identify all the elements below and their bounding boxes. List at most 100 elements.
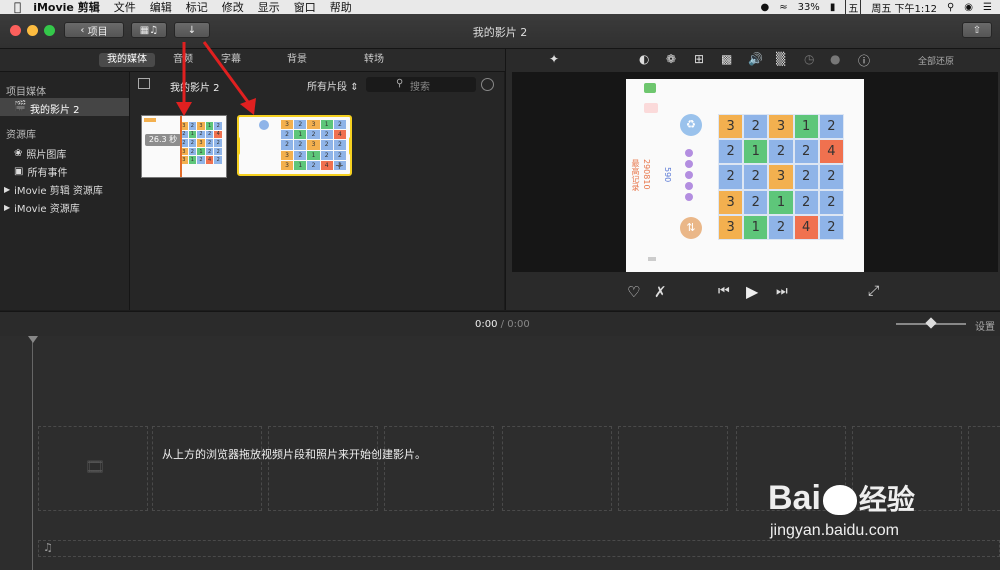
- timeline-empty-hint: 从上方的浏览器拖放视频片段和照片来开始创建影片。: [162, 448, 426, 461]
- sidebar-imovie-library-label: iMovie 资源库: [14, 204, 80, 215]
- play-icon[interactable]: ▶: [746, 282, 758, 301]
- volume-icon[interactable]: 🔊: [748, 52, 763, 66]
- tab-my-media[interactable]: 我的媒体: [99, 53, 155, 67]
- grid-tile: 2: [281, 140, 294, 150]
- grid-tile: 2: [205, 147, 214, 156]
- grid-tile: 3: [281, 120, 294, 130]
- grid-tile: 2: [214, 139, 222, 147]
- tab-transitions[interactable]: 转场: [356, 53, 392, 67]
- media-clip-2-selected[interactable]: 3231221224223223212231242 +: [237, 115, 352, 176]
- sidebar-events-label: 所有事件: [27, 168, 68, 179]
- menu-edit[interactable]: 编辑: [150, 0, 172, 15]
- tab-backgrounds[interactable]: 背景: [279, 53, 315, 67]
- timecode-separator: /: [500, 319, 505, 330]
- apple-icon[interactable]: : [14, 0, 21, 14]
- grid-tile: 1: [188, 130, 197, 139]
- skip-forward-icon[interactable]: ⏭: [776, 284, 788, 299]
- color-balance-icon[interactable]: ◐: [639, 52, 649, 66]
- siri-icon[interactable]: ◉: [964, 2, 973, 13]
- timeline-placeholder-slot: 🎞: [38, 426, 148, 511]
- game-avatar-icon: ♻: [680, 114, 702, 136]
- menu-mark[interactable]: 标记: [186, 0, 208, 15]
- sidebar-item-imovie-library[interactable]: ▶ iMovie 资源库: [4, 200, 80, 215]
- fullscreen-icon[interactable]: ⤢: [868, 283, 879, 299]
- search-field[interactable]: ⚲ 搜索: [366, 77, 476, 93]
- menu-modify[interactable]: 修改: [222, 0, 244, 15]
- timeline-placeholder-slot: [618, 426, 728, 511]
- grid-tile: 4: [794, 215, 818, 239]
- grid-tile: 1: [744, 215, 768, 239]
- grid-tile: 2: [197, 130, 205, 139]
- grid-tile: 2: [794, 140, 818, 164]
- watermark-logo: Bai 经验: [768, 478, 915, 518]
- swap-icon: ⇅: [680, 217, 702, 239]
- zoom-slider-thumb[interactable]: [925, 317, 937, 329]
- reset-all-button[interactable]: 全部还原: [918, 54, 954, 67]
- grid-tile: 2: [819, 165, 843, 189]
- sidebar-item-project[interactable]: 🎬 我的影片 2: [0, 98, 129, 116]
- disclosure-triangle-icon[interactable]: ▶: [4, 185, 10, 194]
- sidebar-item-all-events[interactable]: ▣ 所有事件: [14, 164, 67, 179]
- settings-button[interactable]: 设置: [975, 318, 995, 333]
- grid-tile: 4: [320, 160, 333, 170]
- clip-thumb-grid: 3231221224223223212231242: [180, 122, 222, 164]
- sidebar-item-clip-library[interactable]: ▶ iMovie 剪辑 资源库: [4, 182, 103, 197]
- add-clip-plus-icon[interactable]: +: [335, 159, 344, 172]
- timeline-placeholder-slot: [384, 426, 494, 511]
- grid-tile: 3: [719, 115, 743, 139]
- clip-trim-handle-left[interactable]: [239, 137, 240, 155]
- timecode-total: 0:00: [507, 319, 530, 330]
- menu-app-name[interactable]: iMovie 剪辑: [33, 0, 100, 15]
- wifi-icon[interactable]: ≈: [779, 2, 787, 13]
- clock[interactable]: 周五 下午1:12: [871, 0, 937, 15]
- crop-icon[interactable]: ⊞: [694, 52, 704, 66]
- grid-tile: 2: [320, 150, 333, 160]
- stabilization-icon[interactable]: ▩: [721, 52, 732, 66]
- disclosure-triangle-icon[interactable]: ▶: [4, 203, 10, 212]
- menu-window[interactable]: 窗口: [294, 0, 316, 15]
- annotation-arrow-line-2: [202, 41, 250, 103]
- current-score: 590: [663, 167, 672, 183]
- menu-view[interactable]: 显示: [258, 0, 280, 15]
- info-icon[interactable]: ⓘ: [858, 52, 870, 69]
- reject-icon[interactable]: ✗: [654, 283, 667, 301]
- search-placeholder: 搜索: [410, 82, 430, 93]
- grid-tile: 2: [214, 156, 222, 164]
- window-toolbar: ‹ 项目 ▦♫ ↓ 我的影片 2 ⇧: [0, 14, 1000, 49]
- menu-file[interactable]: 文件: [114, 0, 136, 15]
- notification-center-icon[interactable]: ☰: [983, 2, 992, 13]
- zoom-slider[interactable]: [896, 317, 966, 329]
- speed-icon[interactable]: ◷: [804, 52, 814, 66]
- playhead-handle[interactable]: [28, 336, 38, 343]
- color-palette-icon[interactable]: ❁: [666, 52, 676, 66]
- equalizer-icon[interactable]: ▒: [776, 52, 785, 66]
- grid-tile: 3: [719, 215, 743, 239]
- skip-back-icon[interactable]: ⏮: [718, 284, 730, 299]
- watermark-url: jingyan.baidu.com: [770, 522, 899, 539]
- grid-tile: 1: [307, 150, 320, 160]
- filter-icon[interactable]: ●: [830, 52, 840, 66]
- menu-help[interactable]: 帮助: [330, 0, 352, 15]
- battery-percent[interactable]: 33%: [798, 2, 820, 13]
- favorite-heart-icon[interactable]: ♡: [627, 283, 640, 301]
- media-clip-1[interactable]: 3231221224223223212231242 26.3 秒: [141, 115, 227, 178]
- grid-tile: 2: [294, 140, 307, 150]
- grid-tile: 3: [281, 160, 294, 170]
- clip-trim-handle-right[interactable]: [349, 137, 350, 155]
- timeline-placeholder-slot: [968, 426, 1000, 511]
- sidebar-item-photos[interactable]: ❀ 照片图库: [14, 146, 66, 161]
- clip-filter-select[interactable]: 所有片段 ⇕: [307, 78, 359, 93]
- gear-icon[interactable]: [481, 78, 494, 91]
- spotlight-icon[interactable]: ⚲: [947, 2, 954, 13]
- qq-icon[interactable]: ●: [760, 2, 769, 13]
- battery-icon[interactable]: ▮: [830, 2, 836, 13]
- sidebar-toggle-icon[interactable]: [138, 78, 150, 89]
- magic-wand-icon[interactable]: ✦: [549, 52, 559, 66]
- grid-tile: 2: [333, 140, 346, 150]
- grid-tile: 1: [294, 160, 307, 170]
- share-button[interactable]: ⇧: [962, 22, 992, 38]
- grid-tile: 1: [197, 147, 205, 156]
- grid-tile: 2: [744, 165, 768, 189]
- timeline-playhead[interactable]: [32, 336, 33, 570]
- grid-tile: 2: [794, 165, 818, 189]
